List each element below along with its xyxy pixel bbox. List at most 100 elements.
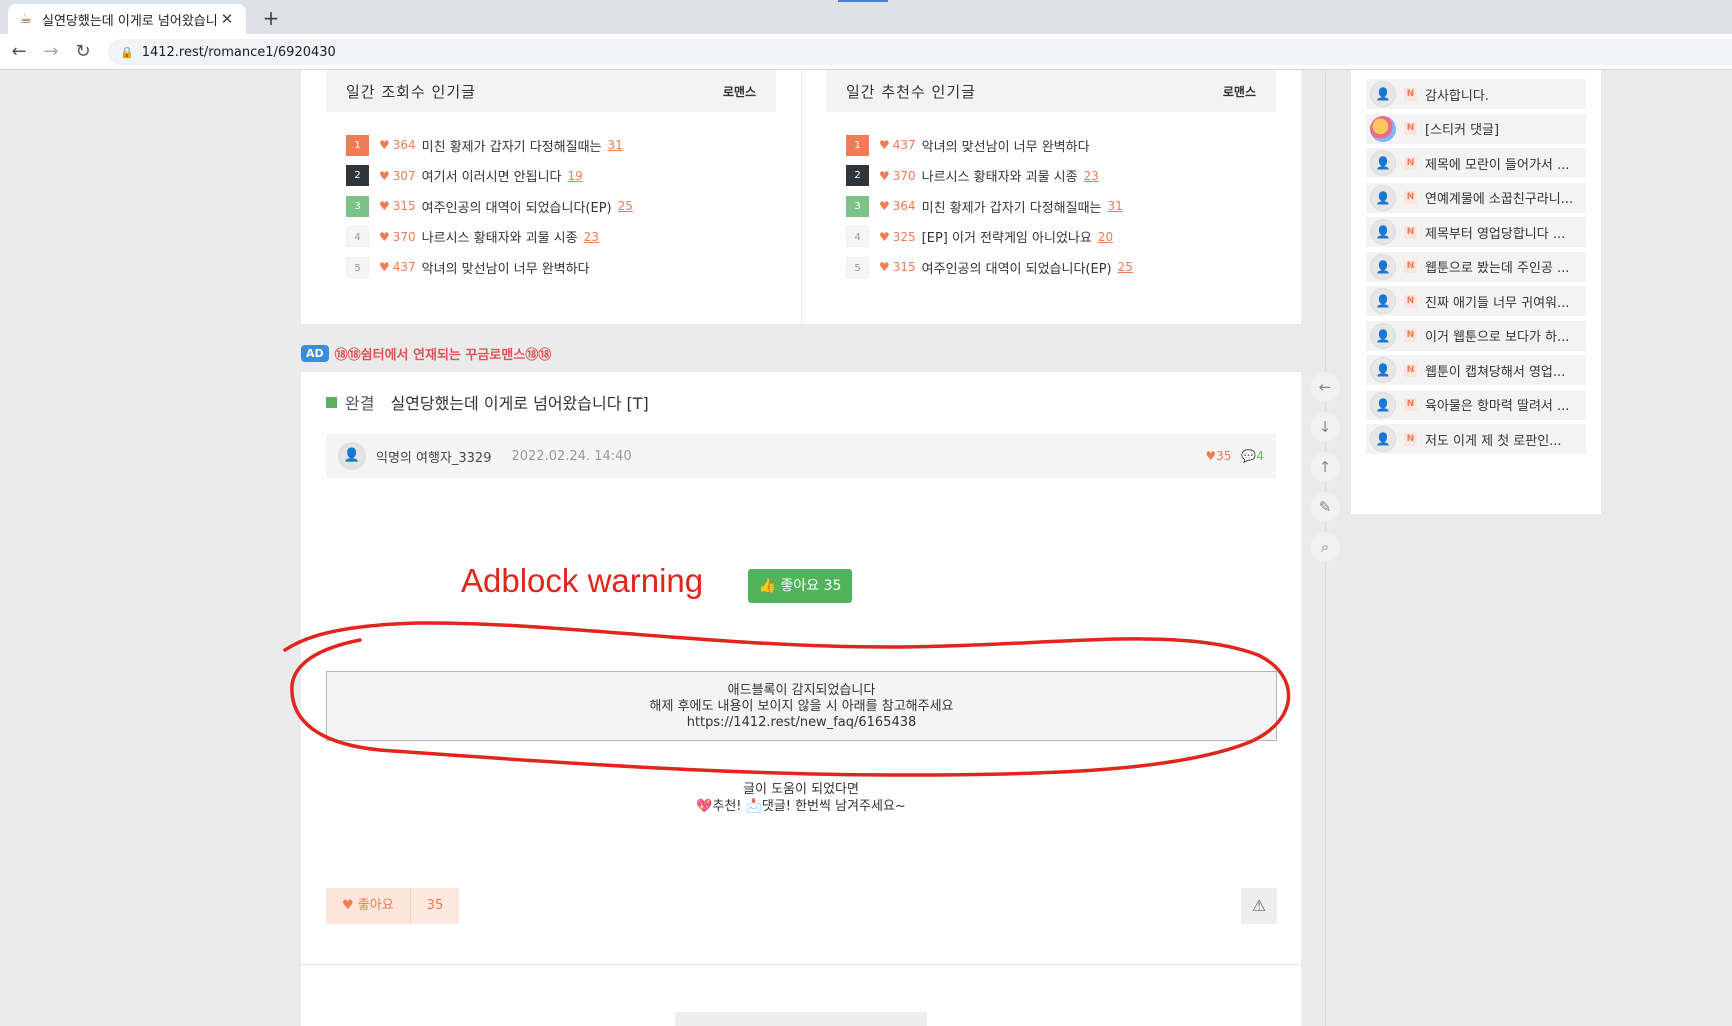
back-arrow-icon[interactable]: ← [6,40,32,64]
recent-comment-item[interactable]: 👤 N 저도 이게 제 첫 로판인... [1366,424,1586,454]
item-comment-count[interactable]: 19 [568,169,583,183]
forward-arrow-icon[interactable]: → [38,40,64,64]
ad-link[interactable]: ⑱⑱쉼터에서 연재되는 꾸금로맨스⑱⑱ [335,344,552,363]
item-comment-count[interactable]: 20 [1098,230,1113,244]
scroll-down-icon[interactable]: ↓ [1310,412,1340,442]
comment-text[interactable]: 이거 웹툰으로 보다가 하... [1425,326,1569,345]
rank-badge: 3 [346,195,369,217]
scroll-up-icon[interactable]: ↑ [1310,452,1340,482]
new-badge: N [1404,122,1417,135]
annotation-text: Adblock warning [461,562,704,599]
recent-comment-item[interactable]: 👤 N 제목에 모란이 들어가서 ... [1366,148,1586,178]
daily-recommend-item[interactable]: 5 ♥ 315 여주인공의 대역이 되었습니다(EP) 25 [846,252,1276,283]
commenter-avatar: 👤 [1370,184,1396,211]
adblock-warning-box: 애드블록이 감지되었습니다 해제 후에도 내용이 보이지 않을 시 아래를 참고… [326,671,1277,741]
author-name[interactable]: 익명의 여행자_3329 [376,447,491,466]
adblock-line-1: 애드블록이 감지되었습니다 [727,683,876,698]
item-comment-count[interactable]: 23 [1084,169,1099,183]
item-title[interactable]: 미친 황제가 갑자기 다정해질때는 [422,136,602,155]
daily-recommend-item[interactable]: 2 ♥ 370 나르시스 황태자와 괴물 시종 23 [846,161,1276,192]
commenter-avatar: 👤 [1370,219,1396,245]
adblock-faq-link[interactable]: https://1412.rest/new_faq/6165438 [327,715,1276,731]
item-comment-count[interactable]: 31 [608,138,623,152]
comment-text[interactable]: 감사합니다. [1425,85,1489,104]
comment-text[interactable]: 웹툰으로 봤는데 주인공 ... [1425,257,1569,276]
item-title[interactable]: 나르시스 황태자와 괴물 시종 [422,227,578,246]
heart-icon: ♥ [879,168,890,183]
recommend-prompt-line-1: 글이 도움이 되었다면 [743,782,859,797]
daily-views-item[interactable]: 4 ♥ 370 나르시스 황태자와 괴물 시종 23 [346,222,776,253]
item-comment-count[interactable]: 31 [1108,199,1123,213]
reload-icon[interactable]: ↻ [70,40,96,64]
bottom-like-bar[interactable]: ♥ 좋아요 35 [326,888,460,924]
daily-recommend-item[interactable]: 4 ♥ 325 [EP] 이거 전략게임 아니었나요 20 [846,222,1276,253]
new-badge: N [1404,398,1417,411]
back-arrow-icon[interactable]: ← [1310,372,1340,402]
page-content: 일간 조회수 인기글 로맨스 1 ♥ 364 미친 황제가 갑자기 다정해질때는 31 2… [0,70,1732,1026]
daily-recommend-item[interactable]: 3 ♥ 364 미친 황제가 갑자기 다정해질때는 31 [846,191,1276,222]
daily-views-item[interactable]: 2 ♥ 307 여기서 이러시면 안됩니다 19 [346,161,776,192]
comment-text[interactable]: 제목부터 영업당합니다 ... [1425,223,1565,242]
daily-recommend-title: 일간 추천수 인기글 [846,82,976,101]
comment-text[interactable]: 육아물은 항마력 딸려서 ... [1425,395,1569,414]
comment-text[interactable]: 진짜 애기들 너무 귀여워... [1425,292,1569,311]
ad-line[interactable]: AD ⑱⑱쉼터에서 연재되는 꾸금로맨스⑱⑱ [301,342,551,364]
comment-text[interactable]: 제목에 모란이 들어가서 ... [1425,154,1569,173]
search-icon[interactable]: ⌕ [1310,532,1340,562]
adblock-line-2: 해제 후에도 내용이 보이지 않을 시 아래를 참고해주세요 [649,699,954,714]
article-status: 완결 [345,394,375,413]
comment-text[interactable]: 연예계물에 소꿉친구라니... [1425,188,1573,207]
article-stats: ♥35 💬4 [1205,449,1264,463]
item-comment-count[interactable]: 23 [584,230,599,244]
daily-recommend-item[interactable]: 1 ♥ 437 악녀의 맞선남이 너무 완벽하다 [846,130,1276,161]
recent-comment-item[interactable]: 👤 N 웹툰이 캡쳐당해서 영업... [1366,355,1586,385]
close-tab-icon[interactable]: ✕ [218,10,236,28]
comment-text[interactable]: 저도 이게 제 첫 로판인... [1425,430,1562,449]
heart-icon: ♥ [379,199,390,214]
report-warning-icon[interactable]: ⚠ [1241,888,1277,924]
like-button-green[interactable]: 👍 좋아요 35 [748,569,852,603]
item-title[interactable]: [EP] 이거 전략게임 아니었나요 [922,227,1092,246]
article-title-row: 완결 실연당했는데 이게로 넘어왔습니다 [T] [326,390,649,414]
daily-recommend-category[interactable]: 로맨스 [1223,83,1256,100]
comment-text[interactable]: 웹툰이 캡쳐당해서 영업... [1425,361,1565,380]
recent-comment-item[interactable]: 👤 N 웹툰으로 봤는데 주인공 ... [1366,251,1586,282]
item-title[interactable]: 여주인공의 대역이 되었습니다(EP) [422,197,612,216]
comment-text[interactable]: [스티커 댓글] [1425,119,1499,138]
recent-comment-item[interactable]: 👤 N 감사합니다. [1366,79,1586,109]
item-title[interactable]: 악녀의 맞선남이 너무 완벽하다 [922,136,1090,155]
item-title[interactable]: 악녀의 맞선남이 너무 완벽하다 [422,258,590,277]
daily-views-category[interactable]: 로맨스 [723,83,756,100]
item-title[interactable]: 미친 황제가 갑자기 다정해질때는 [922,197,1102,216]
item-comment-count[interactable]: 25 [618,199,633,213]
item-title[interactable]: 여주인공의 대역이 되었습니다(EP) [922,258,1112,277]
item-title[interactable]: 나르시스 황태자와 괴물 시종 [922,166,1078,185]
item-likes: 315 [392,199,416,214]
daily-views-item[interactable]: 5 ♥ 437 악녀의 맞선남이 너무 완벽하다 [346,252,776,283]
new-tab-button[interactable]: + [258,6,284,32]
item-comment-count[interactable]: 25 [1118,260,1133,274]
browser-tab[interactable]: ☕ 실연당했는데 이게로 넘어왔습니 ✕ [8,4,246,34]
daily-views-item[interactable]: 1 ♥ 364 미친 황제가 갑자기 다정해질때는 31 [346,130,776,161]
bottom-like-button[interactable]: ♥ 좋아요 [326,888,410,924]
item-title[interactable]: 여기서 이러시면 안됩니다 [422,166,562,185]
popular-posts-panel: 일간 조회수 인기글 로맨스 1 ♥ 364 미친 황제가 갑자기 다정해질때는 31 2… [301,70,1301,324]
comments-area-placeholder [675,1012,927,1026]
rank-badge: 1 [846,134,869,156]
recent-comment-item[interactable]: 👤 N 제목부터 영업당합니다 ... [1366,217,1586,247]
new-badge: N [1404,225,1417,239]
heart-icon: ♥ [879,229,890,244]
recent-comment-item[interactable]: 👤 N 이거 웹툰으로 보다가 하... [1366,320,1586,351]
pencil-icon[interactable]: ✎ [1310,492,1340,522]
daily-views-item[interactable]: 3 ♥ 315 여주인공의 대역이 되었습니다(EP) 25 [346,191,776,222]
item-likes: 325 [892,229,916,244]
recent-comment-item[interactable]: N [스티커 댓글] [1366,113,1586,144]
new-badge: N [1404,191,1417,204]
commenter-avatar: 👤 [1370,322,1396,349]
commenter-avatar: 👤 [1370,426,1396,452]
url-bar[interactable]: 🔒 1412.rest/romance1/6920430 [108,39,1732,65]
recent-comment-item[interactable]: 👤 N 육아물은 항마력 딸려서 ... [1366,389,1586,420]
coffee-icon: ☕ [19,11,33,27]
recent-comment-item[interactable]: 👤 N 연예계물에 소꿉친구라니... [1366,182,1586,213]
recent-comment-item[interactable]: 👤 N 진짜 애기들 너무 귀여워... [1366,286,1586,316]
